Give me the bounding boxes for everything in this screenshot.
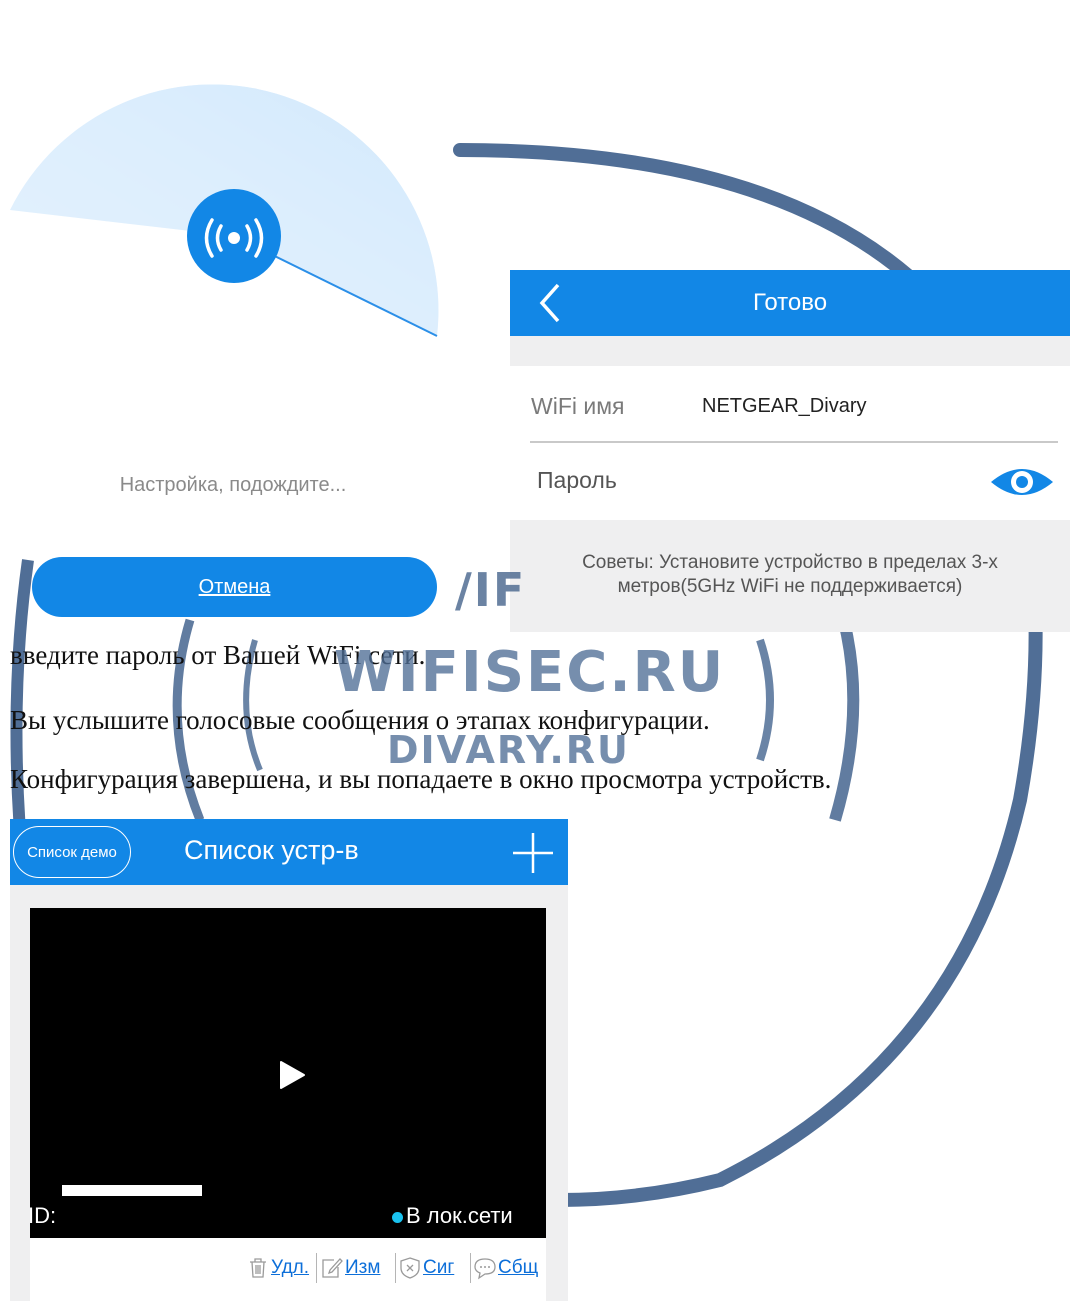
shield-icon: [400, 1257, 420, 1279]
wifi-name-field[interactable]: NETGEAR_Divary: [702, 395, 866, 418]
password-label[interactable]: Пароль: [537, 467, 617, 494]
cancel-button-label: Отмена: [198, 575, 271, 598]
doc-line-3: Конфигурация завершена, и вы попадаете в…: [10, 764, 832, 794]
lan-status-label: В лок.сети: [406, 1203, 513, 1228]
device-id-label: ID:: [28, 1203, 57, 1228]
online-status-dot: [392, 1212, 403, 1223]
separator: [470, 1253, 471, 1283]
camera-preview[interactable]: ID: В лок.сети: [28, 908, 546, 1238]
separator: [316, 1253, 317, 1283]
edit-icon: [322, 1258, 343, 1278]
messages-button[interactable]: Сбщ: [473, 1256, 538, 1280]
doc-line-2: Вы услышите голосовые сообщения о этапах…: [10, 705, 710, 735]
messages-label: Сбщ: [498, 1257, 539, 1278]
separator: [395, 1253, 396, 1283]
edit-label: Изм: [345, 1257, 381, 1278]
wifi-name-label: WiFi имя: [531, 393, 625, 419]
divider: [530, 441, 1058, 443]
demo-list-button[interactable]: Список демо: [13, 826, 131, 878]
wifi-header: Готово: [510, 270, 1070, 336]
device-list-header: Список демо Список устр-в: [10, 819, 568, 885]
cancel-button[interactable]: Отмена: [32, 557, 437, 617]
wifi-config-panel: Готово WiFi имя NETGEAR_Divary Пароль Со…: [510, 270, 1070, 632]
trash-icon: [250, 1258, 266, 1278]
tips-line-2: метров(5GHz WiFi не поддерживается): [617, 576, 963, 597]
demo-list-button-label: Список демо: [27, 843, 117, 861]
chevron-left-icon[interactable]: [528, 282, 568, 324]
play-icon[interactable]: [277, 1060, 307, 1090]
chat-icon: [474, 1258, 496, 1280]
alarm-button[interactable]: Сиг: [398, 1256, 454, 1280]
delete-label: Удл.: [271, 1257, 310, 1278]
setup-status-text: Настройка, подождите...: [119, 474, 347, 496]
plus-icon[interactable]: [511, 831, 555, 875]
tips-text: Советы: Установите устройство в пределах…: [530, 551, 1050, 599]
device-actions-bar: Удл. Изм Сиг Сбщ: [30, 1238, 546, 1301]
doc-line-1: введите пароль от Вашей WiFi сети.: [10, 640, 426, 670]
wifi-header-title: Готово: [752, 289, 828, 316]
delete-button[interactable]: Удл.: [246, 1256, 309, 1280]
alarm-label: Сиг: [423, 1257, 455, 1278]
edit-button[interactable]: Изм: [320, 1256, 380, 1280]
eye-icon[interactable]: [989, 462, 1055, 502]
device-list-panel: Список демо Список устр-в ID: В лок.сети…: [10, 819, 568, 1301]
scan-radar-graphic: [10, 84, 439, 337]
id-redaction-bar: [62, 1185, 202, 1196]
tips-line-1: Советы: Установите устройство в пределах…: [582, 552, 998, 573]
device-list-title: Список устр-в: [184, 835, 359, 865]
header-spacer: [510, 336, 1070, 366]
